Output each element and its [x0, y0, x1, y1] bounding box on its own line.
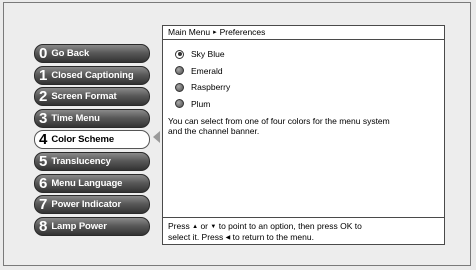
up-arrow-icon: ▲: [192, 224, 199, 230]
description-line: You can select from one of four colors f…: [168, 116, 390, 126]
menu-item-number: 2: [39, 88, 48, 106]
help-text-segment: to return to the menu.: [232, 232, 314, 242]
breadcrumb-current: Preferences: [219, 27, 266, 37]
option-label: Plum: [191, 98, 211, 109]
left-arrow-icon: ◀: [225, 235, 231, 241]
menu-item-lamp-power[interactable]: 8 Lamp Power: [34, 216, 150, 236]
option-label: Emerald: [191, 65, 223, 76]
menu-item-number: 1: [39, 66, 48, 84]
menu-item-label: Power Indicator: [51, 199, 122, 211]
option-sky-blue[interactable]: Sky Blue: [175, 46, 444, 63]
menu-item-number: 5: [39, 152, 48, 170]
menu-item-label: Color Scheme: [51, 134, 115, 146]
menu-item-label: Closed Captioning: [51, 69, 134, 81]
radio-unchecked-icon: [175, 66, 184, 76]
help-text-segment: Press: [168, 221, 190, 231]
help-text: Press ▲ or ▼ to point to an option, then…: [163, 217, 444, 244]
menu-item-menu-language[interactable]: 6 Menu Language: [34, 173, 150, 193]
help-text-segment: select it. Press: [168, 232, 224, 242]
menu-item-power-indicator[interactable]: 7 Power Indicator: [34, 195, 150, 215]
option-label: Sky Blue: [191, 49, 225, 60]
breadcrumb-root: Main Menu: [168, 27, 211, 37]
menu-item-number: 7: [39, 196, 48, 214]
menu-item-number: 8: [39, 217, 48, 235]
menu-item-closed-captioning[interactable]: 1 Closed Captioning: [34, 65, 150, 85]
menu-item-number: 0: [39, 45, 48, 62]
option-plum[interactable]: Plum: [175, 96, 444, 113]
menu-item-translucency[interactable]: 5 Translucency: [34, 151, 150, 171]
preferences-panel: Main Menu ▸ Preferences Sky Blue Emerald…: [162, 25, 445, 245]
help-line-1: Press ▲ or ▼ to point to an option, then…: [168, 221, 440, 232]
radio-unchecked-icon: [175, 99, 184, 109]
color-options: Sky Blue Emerald Raspberry Plum: [163, 40, 444, 112]
radio-unchecked-icon: [175, 82, 184, 92]
help-text-segment: or: [200, 221, 208, 231]
main-menu: 0 Go Back 1 Closed Captioning 2 Screen F…: [34, 44, 150, 238]
description-line: and the channel banner.: [168, 126, 260, 136]
menu-item-time-menu[interactable]: 3 Time Menu: [34, 108, 150, 128]
menu-item-screen-format[interactable]: 2 Screen Format: [34, 87, 150, 107]
menu-item-go-back[interactable]: 0 Go Back: [34, 44, 150, 63]
menu-item-label: Go Back: [51, 48, 90, 59]
help-text-segment: to point to an option, then press OK to: [218, 221, 362, 231]
menu-item-color-scheme[interactable]: 4 Color Scheme: [34, 130, 150, 150]
down-arrow-icon: ▼: [210, 224, 217, 230]
option-emerald[interactable]: Emerald: [175, 63, 444, 80]
menu-item-number: 3: [39, 109, 48, 127]
menu-item-label: Translucency: [51, 155, 111, 167]
menu-item-number: 6: [39, 174, 48, 192]
menu-item-label: Lamp Power: [51, 220, 107, 232]
menu-item-label: Menu Language: [51, 177, 123, 189]
breadcrumb-separator-icon: ▸: [213, 29, 217, 36]
menu-item-number: 4: [39, 131, 48, 149]
option-raspberry[interactable]: Raspberry: [175, 79, 444, 96]
radio-checked-icon: [175, 49, 184, 59]
menu-item-label: Time Menu: [51, 112, 100, 124]
help-line-2: select it. Press ◀ to return to the menu…: [168, 232, 440, 243]
selection-pointer-icon: [153, 131, 160, 143]
breadcrumb: Main Menu ▸ Preferences: [163, 26, 444, 40]
option-label: Raspberry: [191, 82, 231, 93]
description-text: You can select from one of four colors f…: [163, 112, 444, 136]
menu-item-label: Screen Format: [51, 91, 117, 103]
